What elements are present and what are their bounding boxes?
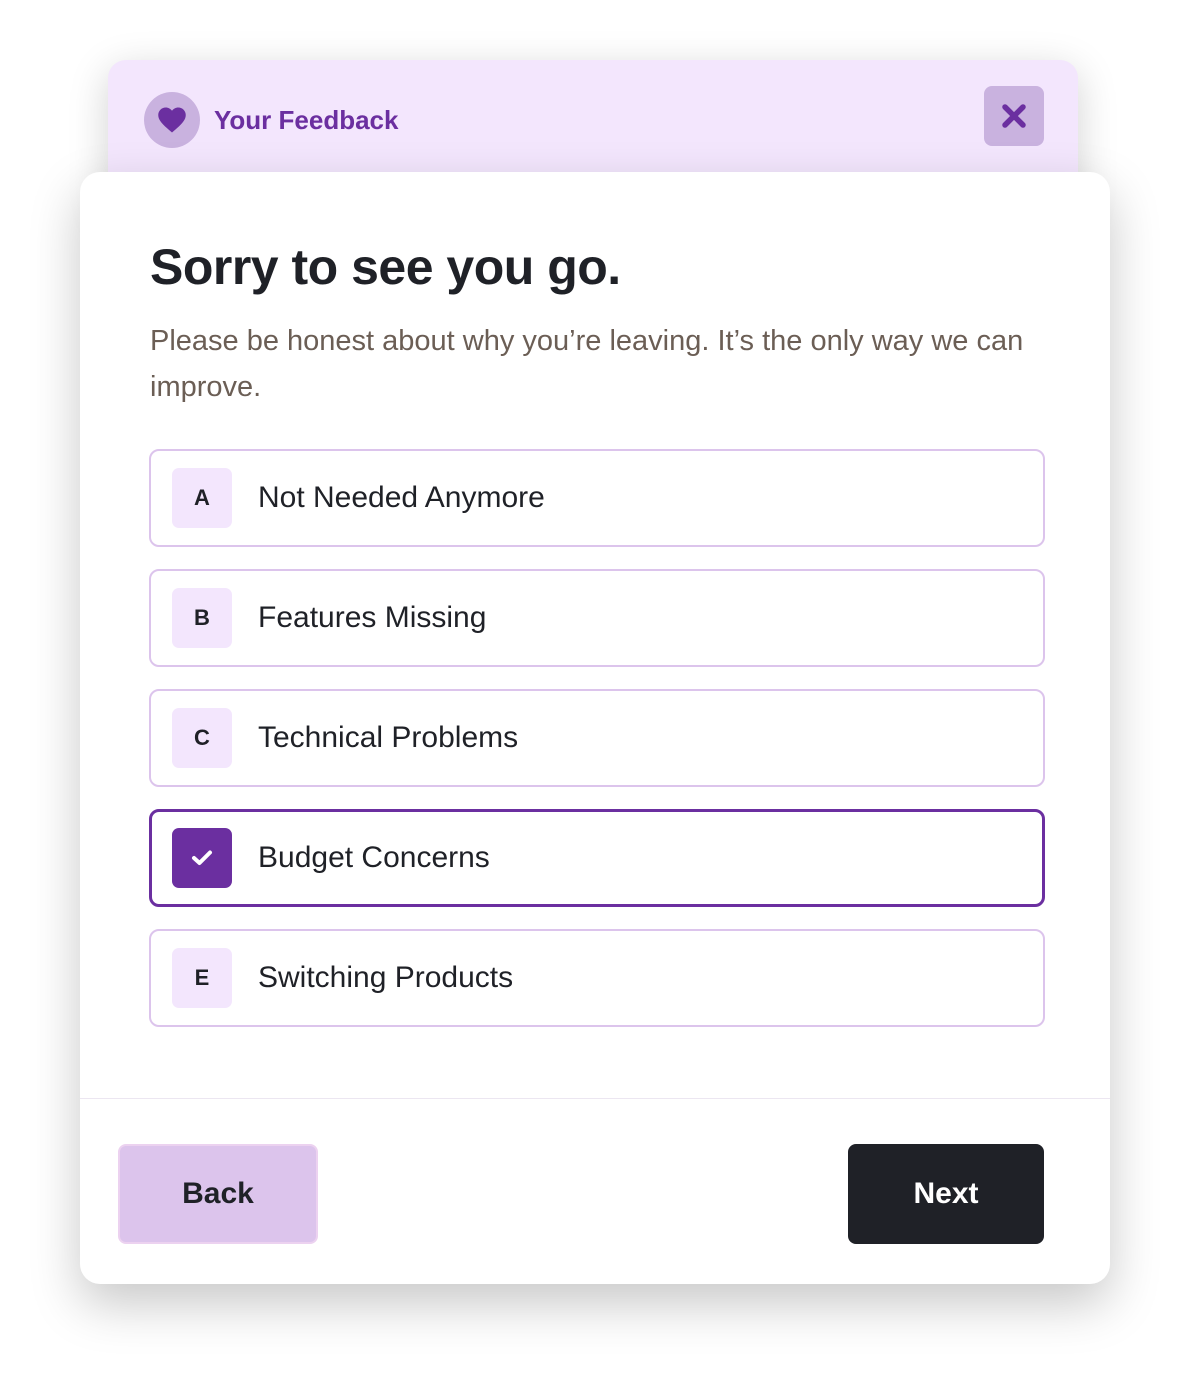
option-budget-concerns[interactable]: Budget Concerns: [149, 809, 1045, 907]
reason-options: A Not Needed Anymore B Features Missing …: [149, 449, 1045, 1049]
option-key: C: [172, 708, 232, 768]
option-label: Budget Concerns: [258, 841, 490, 874]
option-not-needed-anymore[interactable]: A Not Needed Anymore: [149, 449, 1045, 547]
option-key: A: [172, 468, 232, 528]
heart-badge: [144, 92, 200, 148]
next-button[interactable]: Next: [848, 1144, 1044, 1244]
close-icon: [1002, 104, 1026, 128]
header-brand: Your Feedback: [144, 92, 398, 148]
option-technical-problems[interactable]: C Technical Problems: [149, 689, 1045, 787]
checkmark-icon: [192, 850, 212, 865]
close-button[interactable]: [984, 86, 1044, 146]
option-label: Technical Problems: [258, 721, 519, 754]
footer-divider: [80, 1098, 1110, 1099]
page-title: Sorry to see you go.: [150, 239, 621, 295]
option-checkbox-checked: [172, 828, 232, 888]
option-label: Switching Products: [258, 961, 514, 994]
option-key: B: [172, 588, 232, 648]
option-label: Not Needed Anymore: [258, 481, 545, 514]
option-label: Features Missing: [258, 601, 487, 634]
option-switching-products[interactable]: E Switching Products: [149, 929, 1045, 1027]
back-button[interactable]: Back: [118, 1144, 318, 1244]
header-title: Your Feedback: [214, 104, 399, 135]
feedback-modal-stage: Your Feedback Sorry to see you go. Pleas…: [0, 0, 1190, 1384]
heart-icon: [158, 107, 186, 133]
option-key: E: [172, 948, 232, 1008]
feedback-card: Sorry to see you go. Please be honest ab…: [80, 172, 1110, 1284]
page-subtitle: Please be honest about why you’re leavin…: [150, 325, 1024, 403]
option-features-missing[interactable]: B Features Missing: [149, 569, 1045, 667]
